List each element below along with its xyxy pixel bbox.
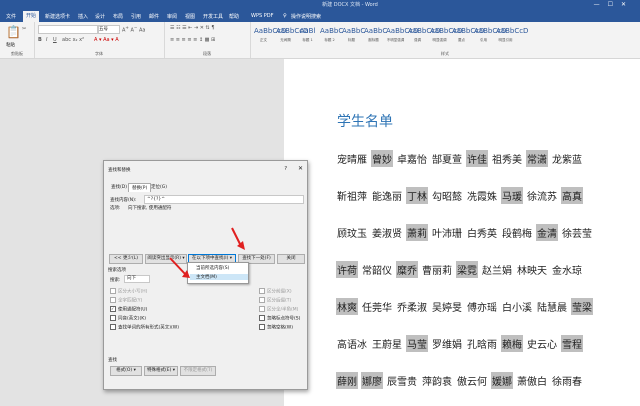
annotation-arrows [169, 227, 245, 278]
arrow-to-find-in [231, 227, 242, 247]
arrow-to-main-document [169, 257, 187, 276]
